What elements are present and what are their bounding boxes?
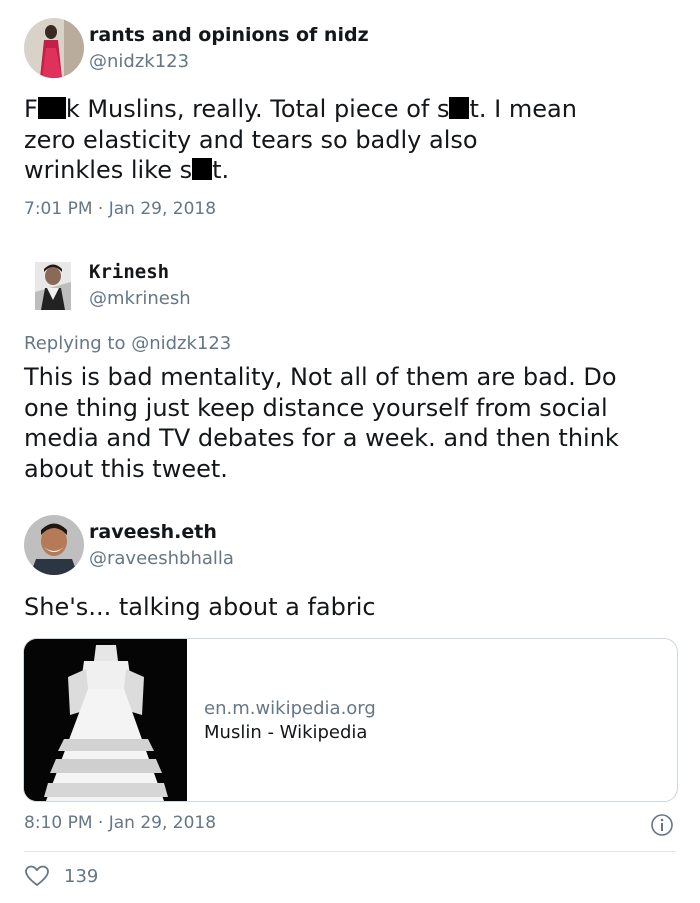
heart-icon[interactable] [24,864,50,888]
card-domain: en.m.wikipedia.org [204,698,376,719]
avatar-raveesh[interactable] [24,515,84,575]
redaction-block [449,97,470,119]
author-handle[interactable]: @mkrinesh [89,288,191,309]
author-handle[interactable]: @nidzk123 [89,51,189,72]
replying-to[interactable]: Replying to @nidzk123 [24,333,231,354]
tweet-timestamp[interactable]: 8:10 PM · Jan 29, 2018 [24,813,216,833]
tweet-text: She's... talking about a fabric [24,593,376,621]
author-handle[interactable]: @raveeshbhalla [89,548,234,569]
tweet-original: rants and opinions of nidz @nidzk123 Fk … [0,0,700,240]
tweet-reply-krinesh: Krinesh @mkrinesh Replying to @nidzk123 … [0,240,700,500]
tweet-timestamp[interactable]: 7:01 PM · Jan 29, 2018 [24,199,216,219]
info-icon[interactable] [651,814,673,836]
tweet-text: This is bad mentality, Not all of them a… [24,363,619,483]
avatar-nidz[interactable] [24,18,84,78]
avatar-krinesh[interactable] [35,262,71,310]
author-name[interactable]: rants and opinions of nidz [89,24,369,46]
card-title: Muslin - Wikipedia [204,722,368,743]
author-name[interactable]: raveesh.eth [89,521,217,543]
author-name[interactable]: Krinesh [89,261,169,283]
redaction-block [37,97,66,119]
action-divider [24,851,676,852]
like-count: 139 [64,866,99,887]
card-thumbnail [24,639,187,801]
redaction-block [192,158,213,180]
tweet-text: Fk Muslins, really. Total piece of s t. I… [24,95,577,184]
link-card[interactable]: en.m.wikipedia.org Muslin - Wikipedia [23,638,678,802]
